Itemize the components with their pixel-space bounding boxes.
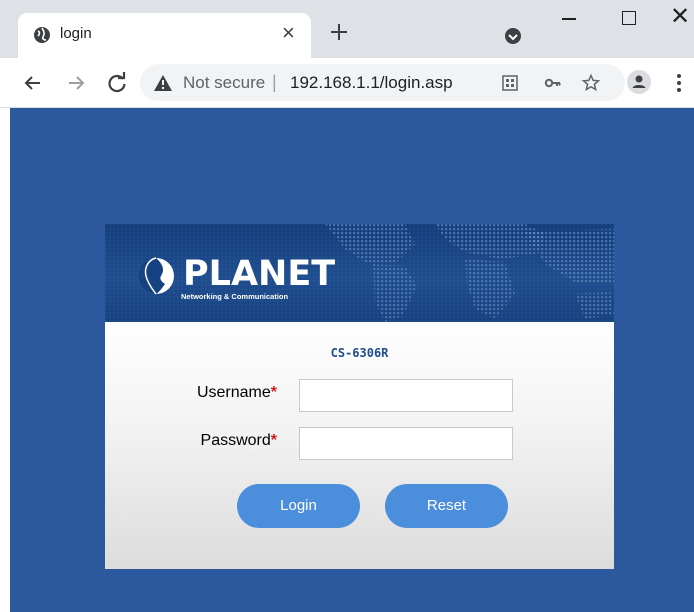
- required-asterisk: *: [270, 384, 277, 401]
- device-model: CS-6306R: [330, 346, 389, 360]
- planet-logo-mark: [138, 257, 174, 295]
- password-label: Password*: [107, 432, 277, 450]
- username-input[interactable]: [299, 379, 513, 412]
- window-close-icon[interactable]: ✕: [670, 2, 690, 31]
- brand-tagline: Networking & Communication: [181, 292, 289, 301]
- minimize-icon[interactable]: [562, 18, 576, 20]
- login-header-banner: PLANET Networking & Communication: [105, 224, 614, 322]
- star-icon[interactable]: [581, 73, 601, 93]
- login-form: CS-6306R Username* Password* Login Reset: [105, 322, 614, 569]
- login-button[interactable]: Login: [237, 484, 360, 528]
- username-label: Username*: [107, 384, 277, 402]
- arrow-right-icon: [69, 76, 85, 90]
- required-asterisk: *: [270, 432, 277, 449]
- planet-logo: PLANET Networking & Communication: [135, 254, 335, 306]
- url-text[interactable]: 192.168.1.1/login.asp: [290, 73, 453, 93]
- maximize-icon[interactable]: [622, 11, 636, 25]
- arrow-left-icon[interactable]: [20, 70, 46, 96]
- browser-toolbar: Not secure | 192.168.1.1/login.asp: [0, 58, 694, 108]
- reset-button[interactable]: Reset: [385, 484, 508, 528]
- plus-icon[interactable]: [326, 19, 352, 45]
- tab-search-icon[interactable]: [503, 26, 523, 46]
- omnibox-separator: |: [272, 72, 277, 92]
- kebab-menu-icon[interactable]: [674, 72, 684, 94]
- browser-tab[interactable]: login ×: [18, 13, 311, 58]
- tab-close-icon[interactable]: ×: [282, 22, 295, 44]
- address-bar[interactable]: Not secure | 192.168.1.1/login.asp: [140, 64, 625, 101]
- key-icon[interactable]: [543, 73, 563, 93]
- profile-icon[interactable]: [627, 70, 651, 94]
- person-icon: [632, 75, 646, 88]
- login-panel: PLANET Networking & Communication CS-630…: [105, 224, 614, 569]
- reload-icon[interactable]: [104, 70, 130, 96]
- qr-code-icon[interactable]: [500, 73, 520, 93]
- warning-icon[interactable]: [153, 73, 173, 93]
- brand-name: PLANET: [183, 254, 336, 294]
- globe-icon: [34, 27, 50, 43]
- tab-title: login: [60, 25, 92, 42]
- password-label-text: Password: [200, 432, 271, 449]
- browser-tabstrip: login × ✕: [0, 0, 694, 58]
- password-input[interactable]: [299, 427, 513, 460]
- security-status[interactable]: Not secure: [183, 73, 265, 93]
- username-label-text: Username: [196, 384, 271, 401]
